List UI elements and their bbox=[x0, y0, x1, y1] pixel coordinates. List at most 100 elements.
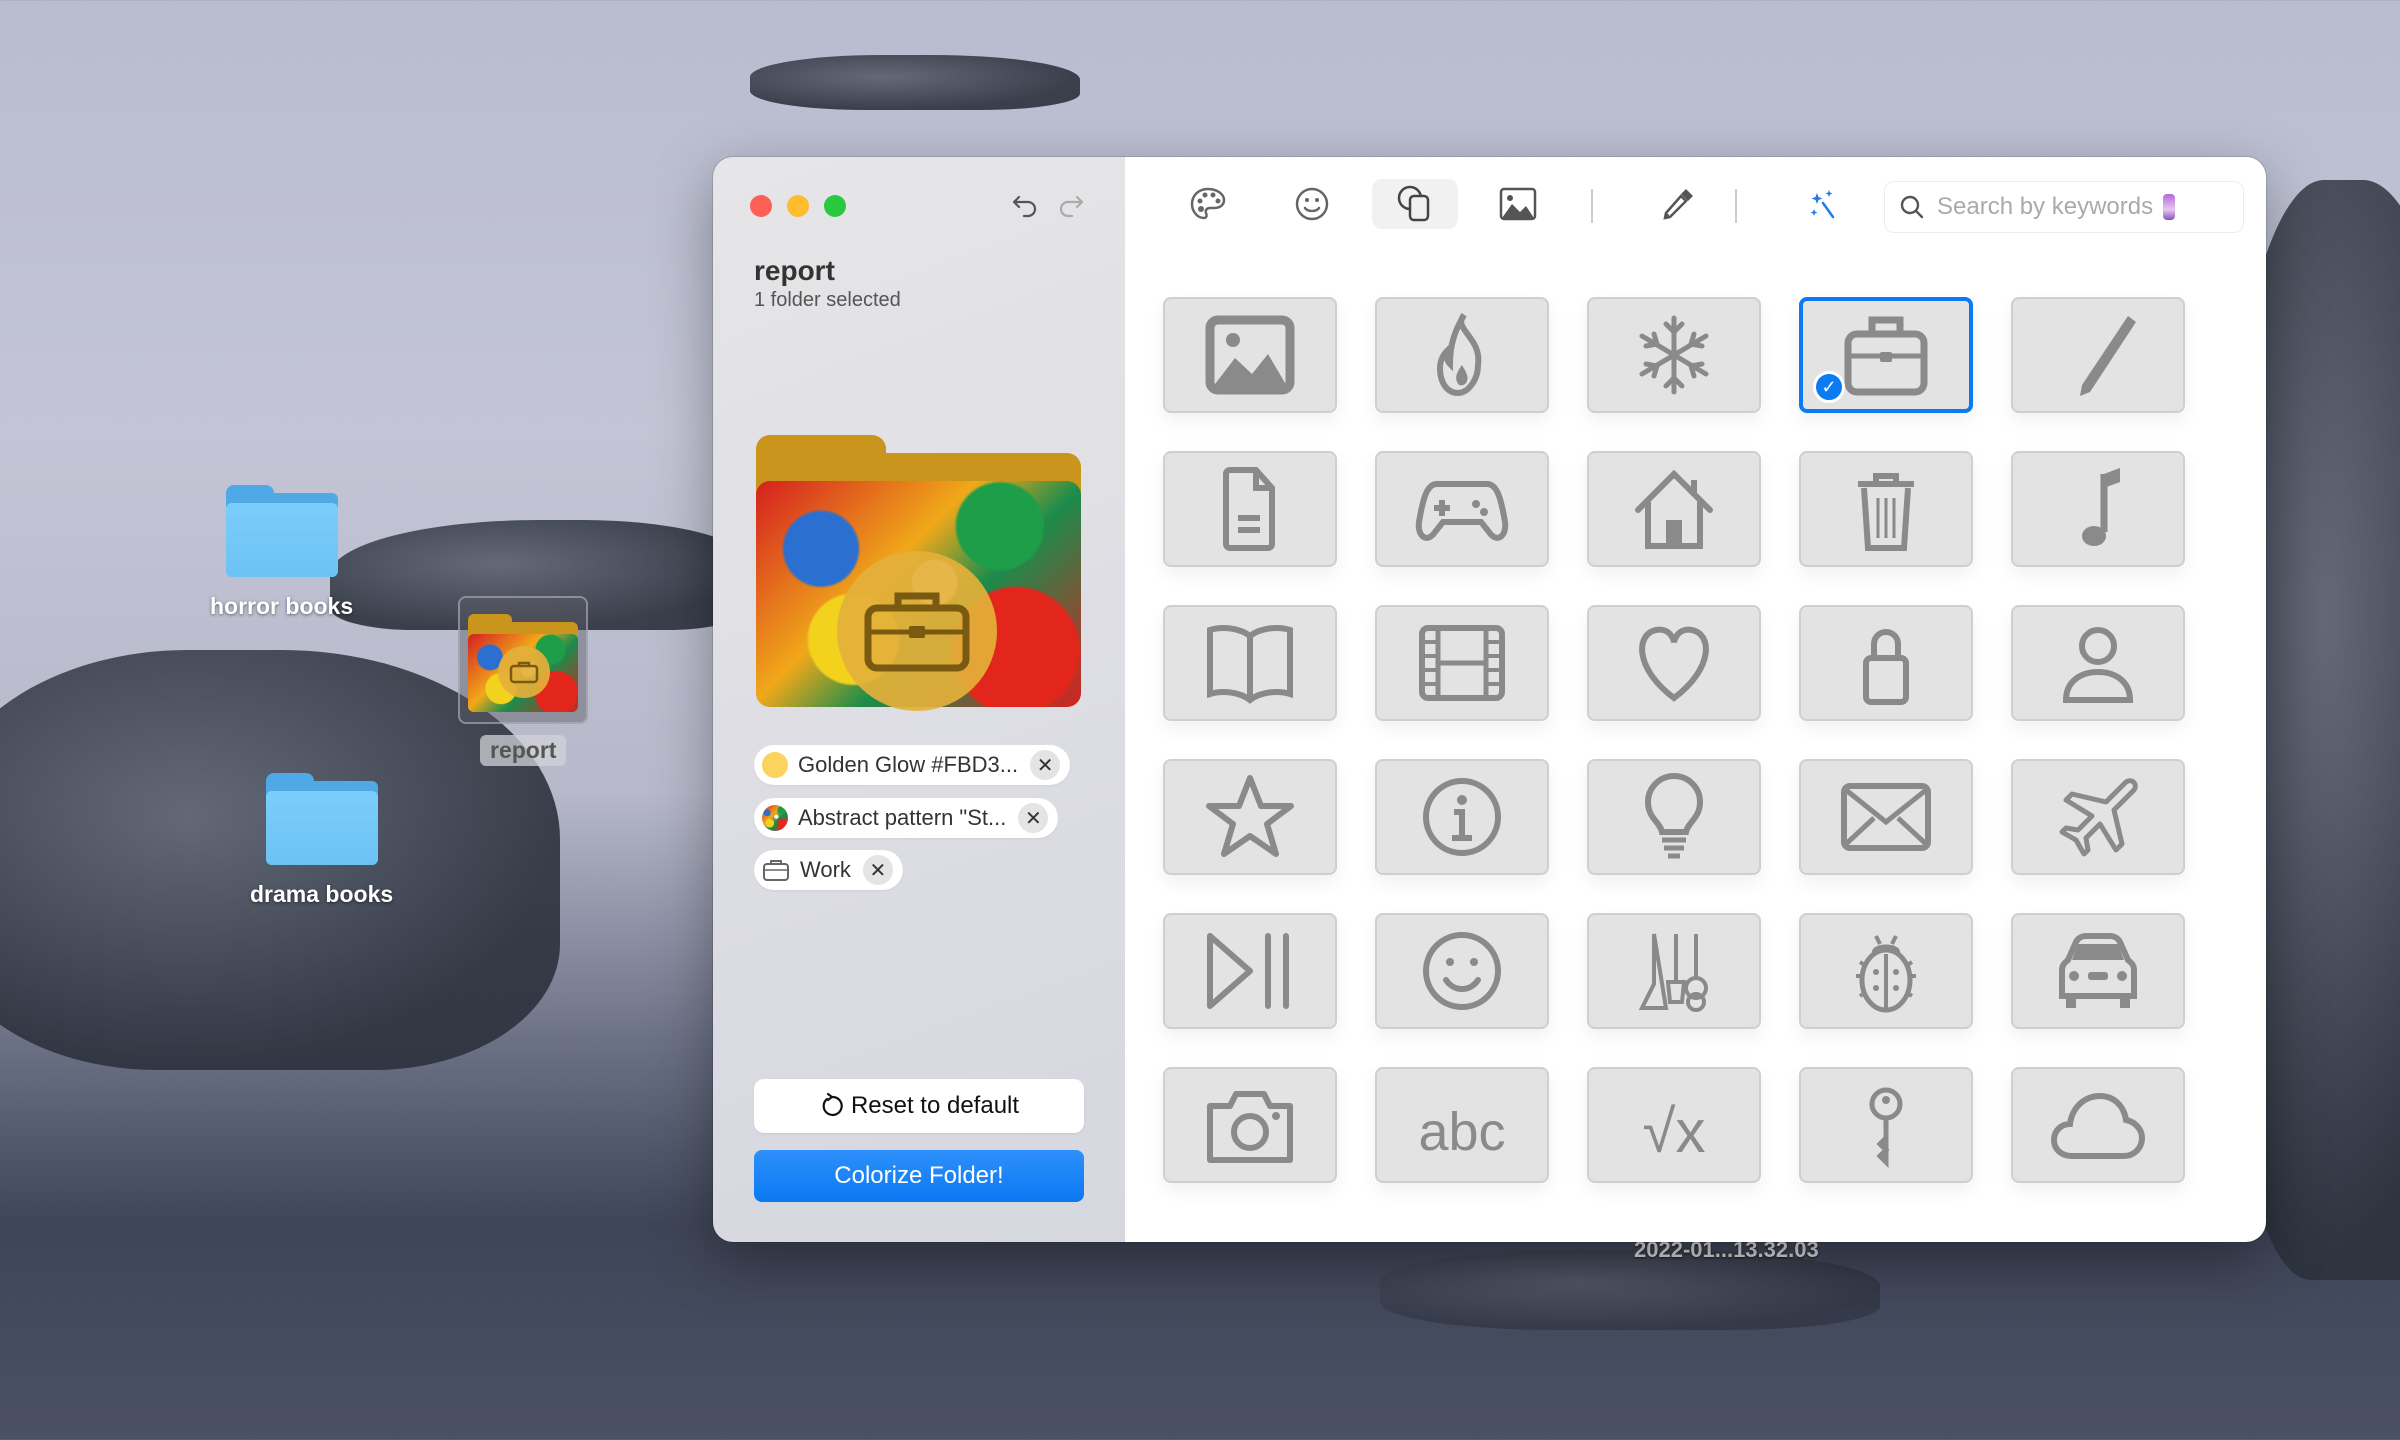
symbol-snowflake[interactable] bbox=[1587, 297, 1761, 413]
document-icon bbox=[1223, 467, 1275, 551]
star-icon bbox=[1206, 775, 1294, 857]
remove-emblem-button[interactable]: ✕ bbox=[862, 855, 893, 885]
symbol-car[interactable] bbox=[2011, 913, 2185, 1029]
folder-colorizer-window: report 1 folder selected Golden Glow #FB… bbox=[713, 157, 2266, 1242]
minimize-button[interactable] bbox=[787, 195, 809, 217]
desktop-folder-label: horror books bbox=[210, 593, 354, 619]
emblem-badge bbox=[837, 551, 997, 711]
symbol-abc[interactable]: abc bbox=[1375, 1067, 1549, 1183]
tab-emoji[interactable] bbox=[1269, 179, 1355, 229]
tab-eyedropper[interactable] bbox=[1635, 179, 1721, 229]
desktop-folder-label: report bbox=[480, 735, 567, 766]
pattern-swatch-icon bbox=[762, 805, 788, 831]
close-button[interactable] bbox=[750, 195, 772, 217]
tab-symbols[interactable] bbox=[1372, 179, 1458, 229]
briefcase-icon bbox=[763, 860, 789, 881]
colorize-label: Colorize Folder! bbox=[834, 1162, 1004, 1189]
cloud-icon bbox=[2050, 1092, 2146, 1159]
chip-label: Golden Glow #FBD3... bbox=[798, 752, 1019, 777]
symbol-airplane[interactable] bbox=[2011, 759, 2185, 875]
desktop-folder-horror-books[interactable]: horror books bbox=[210, 485, 353, 620]
abc-text-icon: abc bbox=[1418, 1102, 1505, 1162]
symbol-trash[interactable] bbox=[1799, 451, 1973, 567]
symbol-film[interactable] bbox=[1375, 605, 1549, 721]
square-root-icon: √x bbox=[1643, 1098, 1706, 1165]
desktop-folder-drama-books[interactable]: drama books bbox=[250, 773, 393, 908]
photo-icon bbox=[1205, 315, 1295, 395]
symbol-briefcase[interactable]: ✓ bbox=[1799, 297, 1973, 413]
guitars-icon bbox=[1638, 933, 1708, 1012]
play-pause-icon bbox=[1207, 933, 1289, 1009]
unicorn-icon bbox=[2163, 194, 2176, 220]
toolbar-divider bbox=[1591, 189, 1593, 223]
folder-icon bbox=[225, 485, 338, 577]
color-swatch-icon bbox=[762, 752, 788, 778]
shapes-icon bbox=[1397, 185, 1430, 222]
applied-emblem-chip: Work ✕ bbox=[754, 850, 903, 890]
remove-color-button[interactable]: ✕ bbox=[1030, 750, 1061, 780]
symbol-envelope[interactable] bbox=[1799, 759, 1973, 875]
symbol-heart[interactable] bbox=[1587, 605, 1761, 721]
symbol-pencil[interactable] bbox=[2011, 297, 2185, 413]
palette-icon bbox=[1190, 187, 1226, 220]
folder-name: report bbox=[754, 255, 835, 286]
snowflake-icon bbox=[1639, 315, 1709, 395]
eyedropper-icon bbox=[1663, 189, 1693, 220]
toolbar-divider bbox=[1735, 189, 1737, 223]
symbol-ladybug[interactable] bbox=[1799, 913, 1973, 1029]
folder-preview bbox=[756, 435, 1081, 711]
smiley-icon bbox=[1423, 932, 1501, 1010]
symbol-gamecontroller[interactable] bbox=[1375, 451, 1549, 567]
film-icon bbox=[1419, 625, 1505, 701]
symbol-flame[interactable] bbox=[1375, 297, 1549, 413]
colorize-folder-button[interactable]: Colorize Folder! bbox=[754, 1150, 1084, 1202]
symbol-document[interactable] bbox=[1163, 451, 1337, 567]
symbol-info[interactable] bbox=[1375, 759, 1549, 875]
selection-status: 1 folder selected bbox=[754, 289, 901, 311]
briefcase-icon bbox=[864, 592, 970, 672]
symbol-play-pause[interactable] bbox=[1163, 913, 1337, 1029]
symbol-key[interactable] bbox=[1799, 1067, 1973, 1183]
reset-icon bbox=[822, 1093, 843, 1117]
search-field[interactable]: Search by keywords bbox=[1884, 181, 2244, 233]
symbol-star[interactable] bbox=[1163, 759, 1337, 875]
pencil-icon bbox=[2080, 316, 2136, 396]
envelope-icon bbox=[1841, 783, 1931, 851]
applied-pattern-chip: Abstract pattern "St... ✕ bbox=[754, 798, 1059, 838]
symbol-camera[interactable] bbox=[1163, 1067, 1337, 1183]
lightbulb-icon bbox=[1644, 773, 1704, 859]
symbol-house[interactable] bbox=[1587, 451, 1761, 567]
reset-to-default-button[interactable]: Reset to default bbox=[754, 1079, 1084, 1133]
camera-icon bbox=[1207, 1091, 1293, 1163]
heart-icon bbox=[1639, 626, 1709, 702]
symbol-music-note[interactable] bbox=[2011, 451, 2185, 567]
symbol-book[interactable] bbox=[1163, 605, 1337, 721]
undo-button[interactable] bbox=[1010, 189, 1040, 227]
symbol-photo[interactable] bbox=[1163, 297, 1337, 413]
symbol-person[interactable] bbox=[2011, 605, 2185, 721]
symbol-lightbulb[interactable] bbox=[1587, 759, 1761, 875]
symbol-guitars[interactable] bbox=[1587, 913, 1761, 1029]
applied-color-chip: Golden Glow #FBD3... ✕ bbox=[754, 745, 1071, 785]
symbol-smiley[interactable] bbox=[1375, 913, 1549, 1029]
tab-magic[interactable] bbox=[1779, 179, 1865, 229]
symbol-square-root[interactable]: √x bbox=[1587, 1067, 1761, 1183]
search-icon bbox=[1900, 195, 1924, 219]
remove-pattern-button[interactable]: ✕ bbox=[1018, 803, 1049, 833]
zoom-button[interactable] bbox=[824, 195, 846, 217]
folder-icon bbox=[265, 773, 378, 865]
sparkles-icon bbox=[1810, 190, 1835, 219]
symbol-lock[interactable] bbox=[1799, 605, 1973, 721]
symbol-cloud[interactable] bbox=[2011, 1067, 2185, 1183]
car-icon bbox=[2059, 933, 2137, 1008]
redo-icon bbox=[1059, 195, 1084, 218]
tab-images[interactable] bbox=[1475, 179, 1561, 229]
symbol-grid: ✓ abc √x bbox=[1163, 297, 2185, 1183]
redo-button[interactable] bbox=[1056, 189, 1086, 227]
tab-colors[interactable] bbox=[1165, 179, 1251, 229]
reset-label: Reset to default bbox=[850, 1092, 1020, 1119]
chip-label: Work bbox=[800, 857, 851, 882]
trash-icon bbox=[1858, 473, 1914, 551]
briefcase-icon bbox=[1844, 316, 1928, 396]
photo-icon bbox=[1499, 187, 1537, 221]
